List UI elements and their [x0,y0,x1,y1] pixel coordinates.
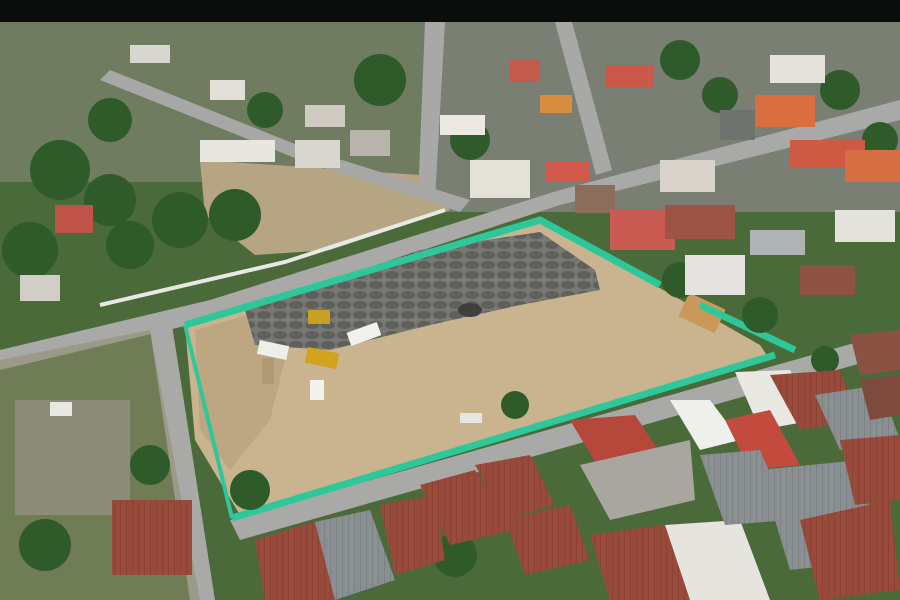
excavator [308,310,330,324]
truck-white-3 [310,380,324,400]
gravel-pile-dark [458,303,482,317]
aerial-construction-site-scene [0,22,900,600]
truck-brown [262,358,274,384]
small-shed [50,402,72,416]
utility-box [460,413,482,423]
